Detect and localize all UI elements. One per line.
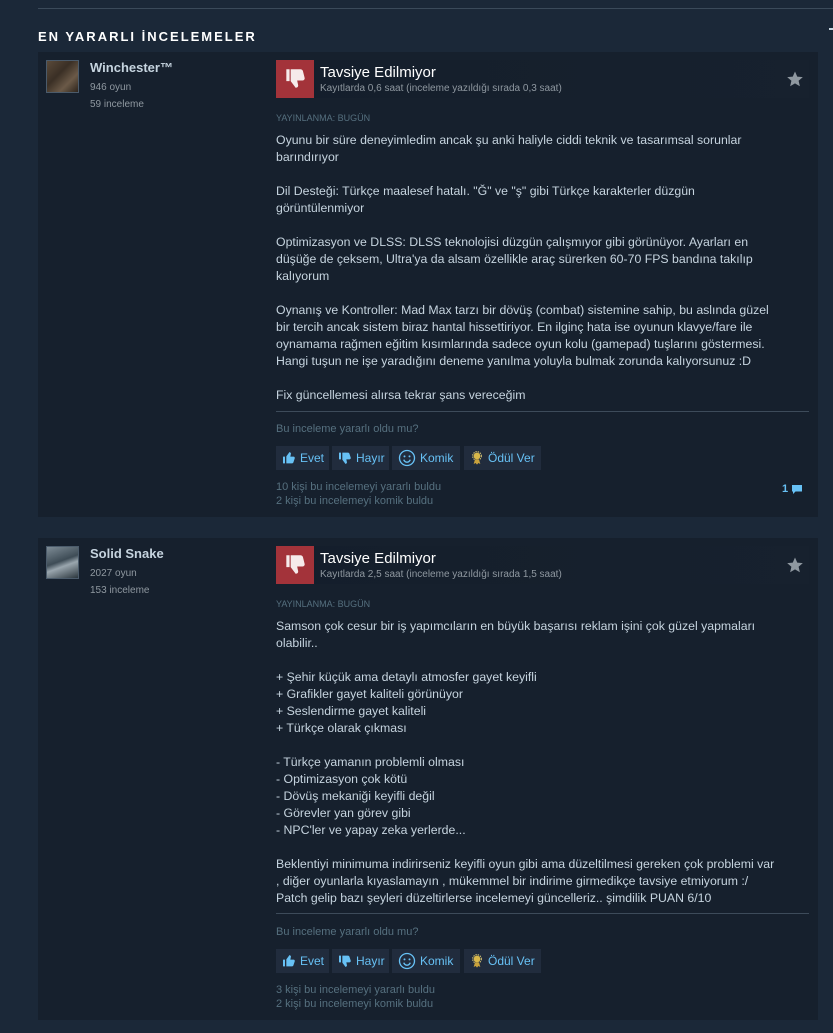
review-line: barındırıyor	[276, 150, 339, 164]
comment-icon	[792, 484, 803, 494]
review-line: Oyunu bir süre deneyimledim ancak şu ank…	[276, 133, 742, 147]
found-funny-text: 2 kişi bu incelemeyi komik buldu	[276, 998, 434, 1010]
found-helpful-text: 10 kişi bu incelemeyi yararlı buldu	[276, 481, 442, 493]
review-line: - Dövüş mekaniği keyifli değil	[276, 789, 435, 803]
review-line: oynamama rağmen eğitim kısımlarında sade…	[276, 337, 765, 351]
review-paragraph: + Şehir küçük ama detaylı atmosfer gayet…	[276, 669, 806, 737]
vote-no-label: Hayır	[356, 451, 385, 465]
award-icon	[472, 954, 482, 968]
helpful-question: Bu inceleme yararlı oldu mu?	[276, 926, 419, 938]
review-line: Hangi tuşun ne işe yaradığını deneme yan…	[276, 354, 752, 368]
author-name[interactable]: Winchester™	[90, 60, 173, 75]
review-divider	[276, 913, 809, 914]
thumbs-up-icon	[283, 955, 295, 967]
review-body: Oyunu bir süre deneyimledim ancak şu ank…	[276, 132, 806, 404]
corner-mark	[829, 28, 833, 30]
review-body: Samson çok cesur bir iş yapımcıların en …	[276, 618, 806, 907]
vote-header[interactable]: Tavsiye Edilmiyor Kayıtlarda 2,5 saat (i…	[276, 546, 809, 584]
thumbs-up-icon	[283, 452, 295, 464]
review-paragraph: Fix güncellemesi alırsa tekrar şans vere…	[276, 387, 806, 404]
review-paragraph: Dil Desteği: Türkçe maalesef hatalı. "Ğ"…	[276, 183, 806, 217]
vote-title[interactable]: Tavsiye Edilmiyor	[320, 64, 436, 81]
review-paragraph: Optimizasyon ve DLSS: DLSS teknolojisi d…	[276, 234, 806, 285]
award-label: Ödül Ver	[488, 451, 535, 465]
vote-funny-button[interactable]: Komik	[392, 949, 460, 973]
review-line: - Türkçe yamanın problemli olması	[276, 755, 465, 769]
section-title: EN YARARLI İNCELEMELER	[38, 29, 257, 44]
thumbs-down-icon	[339, 452, 351, 464]
vote-funny-button[interactable]: Komik	[392, 446, 460, 470]
found-helpful-text: 3 kişi bu incelemeyi yararlı buldu	[276, 984, 435, 996]
thumbs-down-icon	[339, 955, 351, 967]
review-paragraph: - Türkçe yamanın problemli olması - Opti…	[276, 754, 806, 839]
thumbs-down-icon	[276, 546, 314, 584]
vote-no-button[interactable]: Hayır	[332, 949, 389, 973]
review-line: olabilir..	[276, 636, 318, 650]
vote-yes-button[interactable]: Evet	[276, 949, 329, 973]
found-funny-text: 2 kişi bu incelemeyi komik buldu	[276, 495, 434, 507]
review-card: Winchester™ 946 oyun 59 inceleme Tavsiye…	[38, 52, 818, 517]
review-line: - NPC'ler ve yapay zeka yerlerde...	[276, 823, 466, 837]
helpful-question: Bu inceleme yararlı oldu mu?	[276, 423, 419, 435]
review-line: , diğer oyunlarla kıyaslamayın , mükemme…	[276, 874, 749, 888]
posted-date: YAYINLANMA: BUGÜN	[276, 113, 371, 123]
author-name[interactable]: Solid Snake	[90, 546, 164, 561]
vote-header[interactable]: Tavsiye Edilmiyor Kayıtlarda 0,6 saat (i…	[276, 60, 809, 98]
hours-played: Kayıtlarda 2,5 saat (inceleme yazıldığı …	[320, 569, 562, 580]
vote-yes-button[interactable]: Evet	[276, 446, 329, 470]
vote-yes-label: Evet	[300, 954, 325, 968]
top-divider	[38, 8, 833, 9]
review-line: Beklentiyi minimuma indirirseniz keyifli…	[276, 857, 775, 871]
vote-yes-label: Evet	[300, 451, 325, 465]
award-label: Ödül Ver	[488, 954, 535, 968]
review-paragraph: Oynanış ve Kontroller: Mad Max tarzı bir…	[276, 302, 806, 370]
author-reviews-count[interactable]: 59 inceleme	[90, 99, 144, 110]
thumbs-down-icon	[276, 60, 314, 98]
vote-no-button[interactable]: Hayır	[332, 446, 389, 470]
review-line: Samson çok cesur bir iş yapımcıların en …	[276, 619, 756, 633]
review-paragraph: Samson çok cesur bir iş yapımcıların en …	[276, 618, 806, 652]
smiley-icon	[398, 952, 416, 970]
vote-funny-label: Komik	[420, 954, 454, 968]
review-line: - Optimizasyon çok kötü	[276, 772, 408, 786]
smiley-icon	[398, 449, 416, 467]
review-card: Solid Snake 2027 oyun 153 inceleme Tavsi…	[38, 538, 818, 1020]
review-line: bir tercih ancak sistem biraz hantal his…	[276, 320, 753, 334]
author-reviews-count[interactable]: 153 inceleme	[90, 585, 149, 596]
reviews-page: EN YARARLI İNCELEMELER Winchester™ 946 o…	[0, 0, 833, 1033]
award-button[interactable]: Ödül Ver	[464, 446, 541, 470]
review-paragraph: Beklentiyi minimuma indirirseniz keyifli…	[276, 856, 806, 907]
review-line: + Grafikler gayet kaliteli görünüyor	[276, 687, 463, 701]
review-divider	[276, 411, 809, 412]
review-line: kalıyorum	[276, 269, 330, 283]
review-line: + Seslendirme gayet kaliteli	[276, 704, 427, 718]
review-line: görüntülenmiyor	[276, 201, 365, 215]
review-line: Dil Desteği: Türkçe maalesef hatalı. "Ğ"…	[276, 184, 695, 198]
comments-count: 1	[782, 483, 789, 495]
award-icon	[472, 451, 482, 465]
author-games-count[interactable]: 2027 oyun	[90, 568, 137, 579]
review-paragraph: Oyunu bir süre deneyimledim ancak şu ank…	[276, 132, 806, 166]
hours-played: Kayıtlarda 0,6 saat (inceleme yazıldığı …	[320, 83, 562, 94]
review-line: düşüğe de çeksem, Ultra'ya da alsam özel…	[276, 252, 753, 266]
posted-date: YAYINLANMA: BUGÜN	[276, 599, 371, 609]
award-button[interactable]: Ödül Ver	[464, 949, 541, 973]
star-icon[interactable]	[786, 70, 804, 88]
review-line: Optimizasyon ve DLSS: DLSS teknolojisi d…	[276, 235, 749, 249]
review-line: + Şehir küçük ama detaylı atmosfer gayet…	[276, 670, 537, 684]
review-line: Oynanış ve Kontroller: Mad Max tarzı bir…	[276, 303, 769, 317]
review-line: + Türkçe olarak çıkması	[276, 721, 407, 735]
vote-no-label: Hayır	[356, 954, 385, 968]
avatar[interactable]	[46, 60, 79, 93]
comments-link[interactable]: 1	[782, 483, 803, 495]
review-line: Fix güncellemesi alırsa tekrar şans vere…	[276, 388, 526, 402]
vote-title[interactable]: Tavsiye Edilmiyor	[320, 550, 436, 567]
star-icon[interactable]	[786, 556, 804, 574]
avatar[interactable]	[46, 546, 79, 579]
vote-funny-label: Komik	[420, 451, 454, 465]
review-line: Patch gelip bazı şeyleri düzeltirlerse i…	[276, 891, 712, 905]
review-line: - Görevler yan görev gibi	[276, 806, 411, 820]
author-games-count[interactable]: 946 oyun	[90, 82, 131, 93]
